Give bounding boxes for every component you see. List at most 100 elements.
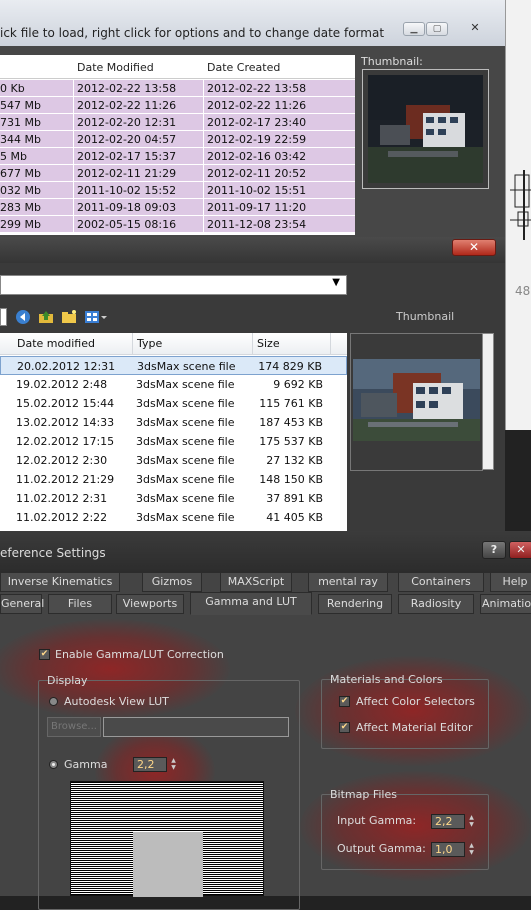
cell-type: 3dsMax scene file	[136, 454, 235, 467]
table-row[interactable]: 11.02.2012 2:31 3dsMax scene file 37 891 K…	[0, 489, 347, 508]
column-size[interactable]: Size	[257, 337, 280, 350]
column-date-created[interactable]: Date Created	[207, 61, 280, 74]
table-row[interactable]: 0 Kb 2012-02-22 13:58 2012-02-22 13:58	[0, 80, 355, 97]
help-button[interactable]: ?	[482, 541, 506, 559]
cell-size: 115 761 KB	[259, 397, 323, 410]
table-row[interactable]: 11.02.2012 21:29 3dsMax scene file 148 150…	[0, 470, 347, 489]
tab-viewports[interactable]: Viewports	[116, 594, 184, 614]
thumbnail-preview	[350, 333, 483, 471]
column-date-modified[interactable]: Date Modified	[77, 61, 154, 74]
lut-path-field[interactable]	[103, 717, 289, 737]
table-row[interactable]: 11.02.2012 2:22 3dsMax scene file 41 405 K…	[0, 508, 347, 527]
affect-color-selectors-label: Affect Color Selectors	[356, 695, 475, 708]
cell-created: 2012-02-19 22:59	[207, 133, 307, 146]
cell-size: 731 Mb	[0, 116, 41, 129]
cell-modified: 2012-02-17 15:37	[77, 150, 177, 163]
tab-gizmos[interactable]: Gizmos	[142, 572, 202, 592]
affect-material-editor-checkbox[interactable]: ✔	[339, 722, 350, 733]
gamma-radio[interactable]	[49, 760, 58, 769]
back-icon[interactable]	[15, 309, 31, 325]
table-row[interactable]: 547 Mb 2012-02-22 11:26 2012-02-22 11:26	[0, 97, 355, 114]
gamma-spinner[interactable]: 2,2	[133, 757, 167, 772]
cell-created: 2012-02-11 20:52	[207, 167, 307, 180]
cell-type: 3dsMax scene file	[136, 378, 235, 391]
tab-rendering[interactable]: Rendering	[318, 594, 392, 614]
cell-modified: 2012-02-11 21:29	[77, 167, 177, 180]
close-button[interactable]: ✕	[509, 541, 531, 559]
view-menu-icon[interactable]	[84, 309, 108, 325]
tab-containers[interactable]: Containers	[398, 572, 484, 592]
table-row[interactable]: 731 Mb 2012-02-20 12:31 2012-02-17 23:40	[0, 114, 355, 131]
close-button[interactable]: ✕	[460, 22, 490, 36]
file-list[interactable]: Date Modified Date Created 0 Kb 2012-02-2…	[0, 55, 355, 235]
cell-type: 3dsMax scene file	[136, 397, 235, 410]
lut-radio[interactable]	[49, 697, 58, 706]
cell-size: 37 891 KB	[266, 492, 323, 505]
look-in-combo[interactable]: ▼	[0, 275, 347, 295]
column-date-modified[interactable]: Date modified	[17, 337, 95, 350]
table-row[interactable]: 19.02.2012 2:48 3dsMax scene file 9 692 KB	[0, 375, 347, 394]
tab-inverse-kinematics[interactable]: Inverse Kinematics	[0, 572, 120, 592]
cell-modified: 2011-10-02 15:52	[77, 184, 177, 197]
tab-files[interactable]: Files	[48, 594, 112, 614]
table-row[interactable]: 5 Mb 2012-02-17 15:37 2012-02-16 03:42	[0, 148, 355, 165]
table-row[interactable]: 12.02.2012 17:15 3dsMax scene file 175 537…	[0, 432, 347, 451]
path-field-edge[interactable]	[0, 308, 7, 326]
cell-modified: 2012-02-20 04:57	[77, 133, 177, 146]
gamma-spinner-arrows[interactable]: ▲ ▼	[169, 757, 178, 772]
table-row[interactable]: 12.02.2012 2:30 3dsMax scene file 27 132 K…	[0, 451, 347, 470]
up-folder-icon[interactable]	[38, 309, 54, 325]
cell-modified: 15.02.2012 15:44	[16, 397, 115, 410]
tab-radiosity[interactable]: Radiosity	[398, 594, 474, 614]
dialog-close-button[interactable]: ✕	[452, 239, 496, 256]
tab-maxscript[interactable]: MAXScript	[220, 572, 292, 592]
browse-button[interactable]: Browse...	[47, 717, 101, 737]
table-row[interactable]: 344 Mb 2012-02-20 04:57 2012-02-19 22:59	[0, 131, 355, 148]
minimize-button[interactable]: ▁	[403, 22, 425, 36]
cell-modified: 2012-02-22 11:26	[77, 99, 177, 112]
maximize-button[interactable]: ▢	[426, 22, 448, 36]
enable-gamma-checkbox[interactable]: ✔	[39, 649, 50, 660]
tab-help[interactable]: Help	[490, 572, 531, 592]
open-file-dialog: ✕ ▼ Date modified Type Size 20.02.2012 1…	[0, 237, 505, 531]
cell-type: 3dsMax scene file	[136, 511, 235, 524]
preference-settings-window: eference Settings ? ✕ Inverse Kinematics…	[0, 531, 531, 910]
tab-general[interactable]: General	[0, 594, 44, 614]
cell-size: 344 Mb	[0, 133, 41, 146]
column-type[interactable]: Type	[137, 337, 162, 350]
table-row[interactable]: 299 Mb 2002-05-15 08:16 2011-12-08 23:54	[0, 216, 355, 233]
new-folder-icon[interactable]	[61, 309, 77, 325]
cell-modified: 2012-02-22 13:58	[77, 82, 177, 95]
cell-size: 283 Mb	[0, 201, 41, 214]
thumbnail-scrollbar[interactable]	[482, 333, 494, 470]
list-header: Date Modified Date Created	[0, 55, 355, 79]
table-row[interactable]: 13.02.2012 14:33 3dsMax scene file 187 453…	[0, 413, 347, 432]
tab-gamma-and-lut[interactable]: Gamma and LUT	[190, 592, 312, 615]
affect-color-selectors-checkbox[interactable]: ✔	[339, 696, 350, 707]
tab-mental-ray[interactable]: mental ray	[308, 572, 388, 592]
cell-created: 2012-02-22 11:26	[207, 99, 307, 112]
input-gamma-spinner-arrows[interactable]: ▲ ▼	[467, 814, 476, 829]
table-row[interactable]: 677 Mb 2012-02-11 21:29 2012-02-11 20:52	[0, 165, 355, 182]
display-group-label: Display	[47, 674, 88, 687]
lut-label: Autodesk View LUT	[64, 695, 169, 708]
table-row[interactable]: 20.02.2012 12:31 3dsMax scene file 174 829…	[0, 356, 347, 375]
thumbnail-label: Thumbnail:	[361, 55, 423, 68]
output-gamma-spinner[interactable]: 1,0	[431, 842, 465, 857]
output-gamma-spinner-arrows[interactable]: ▲ ▼	[467, 842, 476, 857]
enable-gamma-label: Enable Gamma/LUT Correction	[55, 648, 224, 661]
cell-created: 2012-02-22 13:58	[207, 82, 307, 95]
table-row[interactable]: 032 Mb 2011-10-02 15:52 2011-10-02 15:51	[0, 182, 355, 199]
cell-modified: 11.02.2012 21:29	[16, 473, 115, 486]
cell-size: 299 Mb	[0, 218, 41, 231]
file-list[interactable]: Date modified Type Size 20.02.2012 12:31…	[0, 333, 347, 531]
table-row[interactable]: 283 Mb 2011-09-18 09:03 2011-09-17 11:20	[0, 199, 355, 216]
table-row[interactable]: 15.02.2012 15:44 3dsMax scene file 115 761…	[0, 394, 347, 413]
cell-type: 3dsMax scene file	[137, 360, 236, 373]
cell-modified: 2012-02-20 12:31	[77, 116, 177, 129]
input-gamma-spinner[interactable]: 2,2	[431, 814, 465, 829]
building-render-image	[353, 359, 480, 441]
window-title: ick file to load, right click for option…	[0, 26, 385, 40]
cell-size: 175 537 KB	[259, 435, 323, 448]
tab-animation[interactable]: Animation	[480, 594, 531, 614]
